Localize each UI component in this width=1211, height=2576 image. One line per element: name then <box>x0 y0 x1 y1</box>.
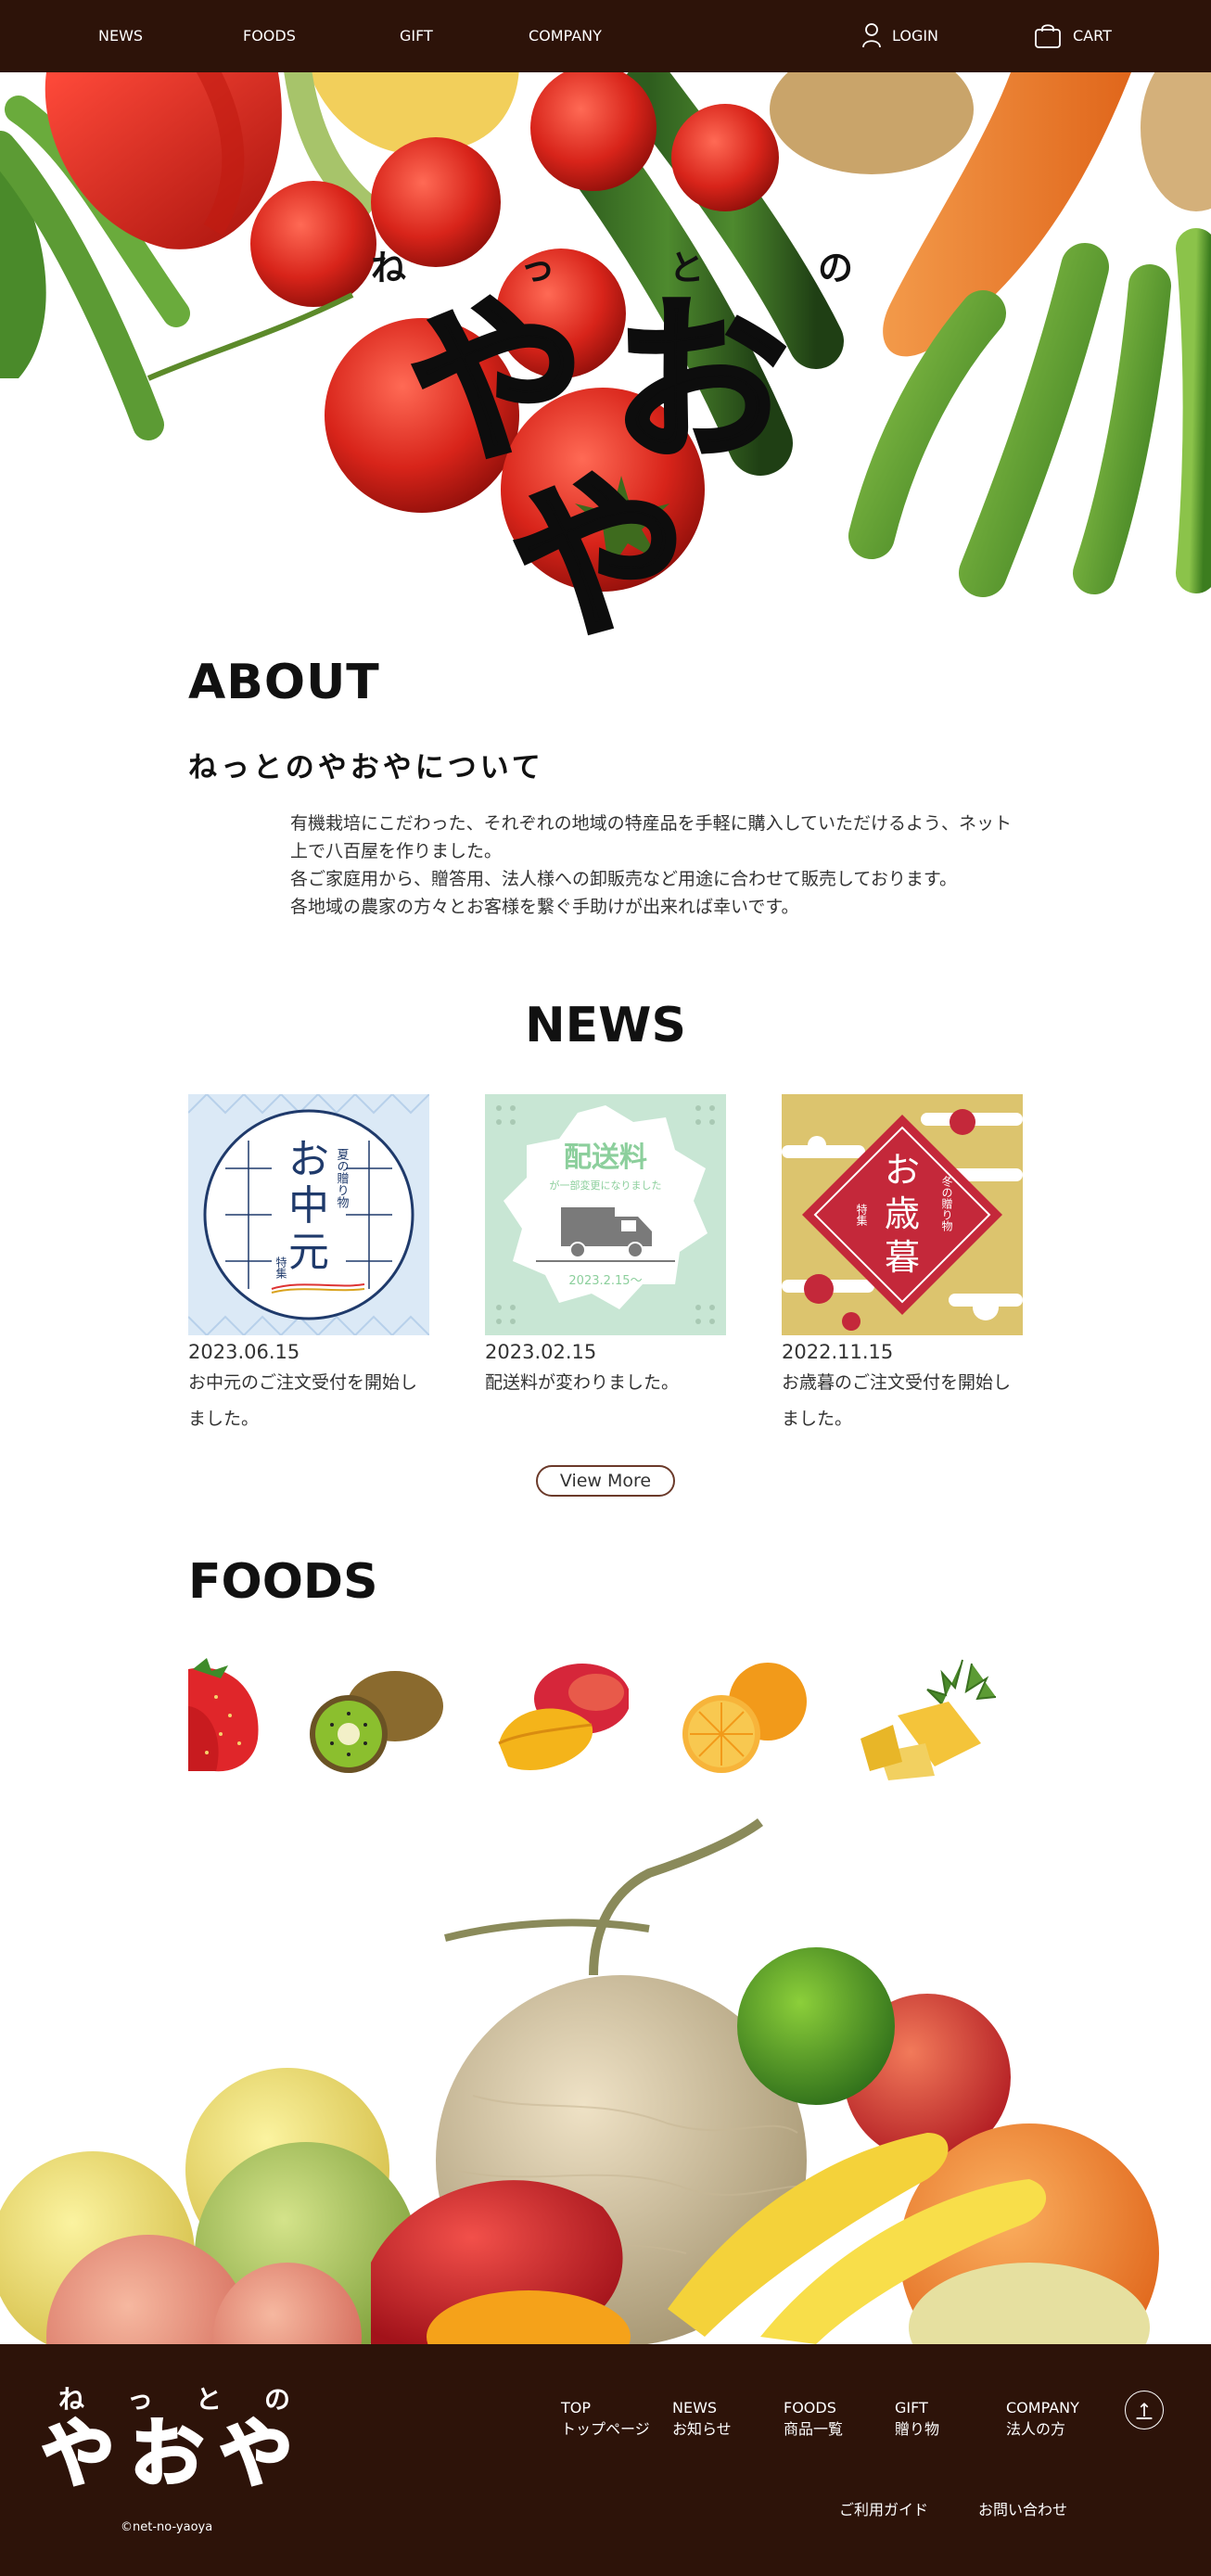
footer-nav-news[interactable]: NEWS お知らせ <box>672 2397 732 2440</box>
news-card-shipping[interactable]: 配送料 が一部変更になりました 2023.2.15〜 2023.02.15 配送… <box>485 1094 726 1401</box>
hero-kana-ne: ね <box>371 247 407 288</box>
mango-icon <box>498 1664 631 1770</box>
about-paragraph: 各ご家庭用から、贈答用、法人様への卸販売など用途に合わせて販売しております。 <box>290 869 957 889</box>
oseibo-title-char: 歳 <box>885 1193 920 1234</box>
footer-nav-company[interactable]: COMPANY 法人の方 <box>1006 2397 1079 2440</box>
login-label: LOGIN <box>892 26 939 45</box>
foods-heading: FOODS <box>188 1554 378 1610</box>
foods-carousel[interactable] <box>188 1651 1023 1790</box>
footer-nav-sublabel: お知らせ <box>672 2420 732 2438</box>
oseibo-title-char: 暮 <box>885 1237 920 1278</box>
footer-nav-sublabel: 贈り物 <box>895 2420 940 2438</box>
footer-nav-label: GIFT <box>895 2399 928 2417</box>
login-link[interactable]: LOGIN <box>862 22 938 48</box>
food-item[interactable] <box>675 1651 814 1790</box>
ochugen-small-text: 夏の贈り物 <box>335 1148 350 1209</box>
hero-banner: ね っ と の やおや <box>0 72 1211 647</box>
ochugen-banner-image: 夏の贈り物 お 中 元 特集 <box>188 1094 429 1335</box>
hero-kana-no: の <box>817 247 853 288</box>
news-thumbnail[interactable]: 冬の贈り物 お 歳 暮 特集 <box>782 1094 1023 1335</box>
footer-logo-title: やおや <box>40 2410 308 2497</box>
shopping-bag-icon <box>1035 24 1061 48</box>
about-paragraph: 各地域の農家の方々とお客様を繋ぐ手助けが出来れば幸いです。 <box>290 897 799 917</box>
news-thumbnail[interactable]: 夏の贈り物 お 中 元 特集 <box>188 1094 429 1335</box>
shipping-banner-subtitle: が一部変更になりました <box>550 1179 662 1192</box>
cart-link[interactable]: CART <box>1034 22 1112 48</box>
news-text[interactable]: お歳暮のご注文受付を開始しました。 <box>782 1365 1023 1437</box>
strawberry-icon <box>188 1658 259 1772</box>
news-date: 2023.06.15 <box>188 1341 300 1363</box>
site-header: NEWS FOODS GIFT COMPANY LOGIN CART <box>0 0 1211 72</box>
footer-nav-foods[interactable]: FOODS 商品一覧 <box>784 2397 843 2440</box>
fruits-image <box>0 1817 1211 2344</box>
shipping-banner-image: 配送料 が一部変更になりました 2023.2.15〜 <box>485 1094 726 1335</box>
ochugen-tag: 特集 <box>274 1256 287 1279</box>
food-item[interactable] <box>490 1651 631 1790</box>
about-heading: ABOUT <box>188 655 380 710</box>
footer-nav-label: NEWS <box>672 2399 718 2417</box>
news-date: 2022.11.15 <box>782 1341 894 1363</box>
kiwi-icon <box>310 1671 443 1773</box>
news-text[interactable]: 配送料が変わりました。 <box>485 1365 726 1401</box>
oseibo-small-text: 冬の贈り物 <box>940 1175 953 1231</box>
nav-gift[interactable]: GIFT <box>400 27 433 45</box>
nav-company[interactable]: COMPANY <box>529 27 602 45</box>
ochugen-title-char: 中 <box>288 1182 329 1230</box>
about-text: 有機栽培にこだわった、それぞれの地域の特産品を手軽に購入していただけるよう、ネッ… <box>290 810 1023 921</box>
food-item[interactable] <box>304 1651 443 1790</box>
footer-logo[interactable]: ね っ と の やおや <box>26 2379 323 2497</box>
cart-label: CART <box>1073 26 1112 45</box>
orange-icon <box>682 1663 807 1773</box>
news-heading: NEWS <box>525 998 686 1053</box>
footer-nav-sublabel: 法人の方 <box>1006 2420 1066 2438</box>
arrow-up-icon: ↑ <box>1136 2399 1153 2421</box>
hero-logo: ね っ と の やおや <box>315 239 909 648</box>
back-to-top-button[interactable]: ↑ <box>1125 2391 1164 2429</box>
oseibo-banner-image: 冬の贈り物 お 歳 暮 特集 <box>782 1094 1023 1335</box>
site-footer: ね っ と の やおや ©net-no-yaoya TOP トップページ NEW… <box>0 2344 1211 2576</box>
contact-link[interactable]: お問い合わせ <box>978 2497 1067 2519</box>
pineapple-icon <box>860 1659 997 1780</box>
news-thumbnail[interactable]: 配送料 が一部変更になりました 2023.2.15〜 <box>485 1094 726 1335</box>
about-paragraph: 有機栽培にこだわった、それぞれの地域の特産品を手軽に購入していただけるよう、ネッ… <box>290 813 1013 861</box>
guide-link[interactable]: ご利用ガイド <box>839 2497 928 2519</box>
footer-nav-gift[interactable]: GIFT 贈り物 <box>895 2397 939 2440</box>
footer-nav-sublabel: 商品一覧 <box>784 2420 844 2438</box>
news-card-oseibo[interactable]: 冬の贈り物 お 歳 暮 特集 2022.11.15 お歳暮のご注文受付を開始しま… <box>782 1094 1023 1437</box>
footer-nav-top[interactable]: TOP トップページ <box>561 2397 650 2440</box>
nav-news[interactable]: NEWS <box>98 27 143 45</box>
footer-nav-label: TOP <box>561 2399 592 2417</box>
news-date: 2023.02.15 <box>485 1341 597 1363</box>
oseibo-tag: 特集 <box>855 1203 868 1226</box>
oseibo-title-char: お <box>885 1150 920 1191</box>
ochugen-title-char: 元 <box>288 1229 329 1276</box>
footer-nav-sublabel: トップページ <box>561 2420 650 2438</box>
footer-nav-label: FOODS <box>784 2399 836 2417</box>
user-icon <box>862 23 881 48</box>
shipping-banner-title: 配送料 <box>564 1141 647 1174</box>
view-more-button[interactable]: View More <box>536 1465 675 1497</box>
nav-foods[interactable]: FOODS <box>243 27 296 45</box>
news-text[interactable]: お中元のご注文受付を開始しました。 <box>188 1365 429 1437</box>
footer-nav-label: COMPANY <box>1006 2399 1079 2417</box>
food-item[interactable] <box>860 1651 1000 1790</box>
about-subheading: ねっとのやおやについて <box>188 751 544 784</box>
shipping-banner-date: 2023.2.15〜 <box>568 1274 642 1288</box>
news-card-ochugen[interactable]: 夏の贈り物 お 中 元 特集 2023.06.15 お中元のご注文受付を開始しま… <box>188 1094 429 1437</box>
ochugen-title-char: お <box>288 1136 329 1183</box>
food-item[interactable] <box>188 1651 318 1790</box>
copyright: ©net-no-yaoya <box>121 2520 213 2534</box>
hero-logo-title: やおや <box>405 278 816 648</box>
